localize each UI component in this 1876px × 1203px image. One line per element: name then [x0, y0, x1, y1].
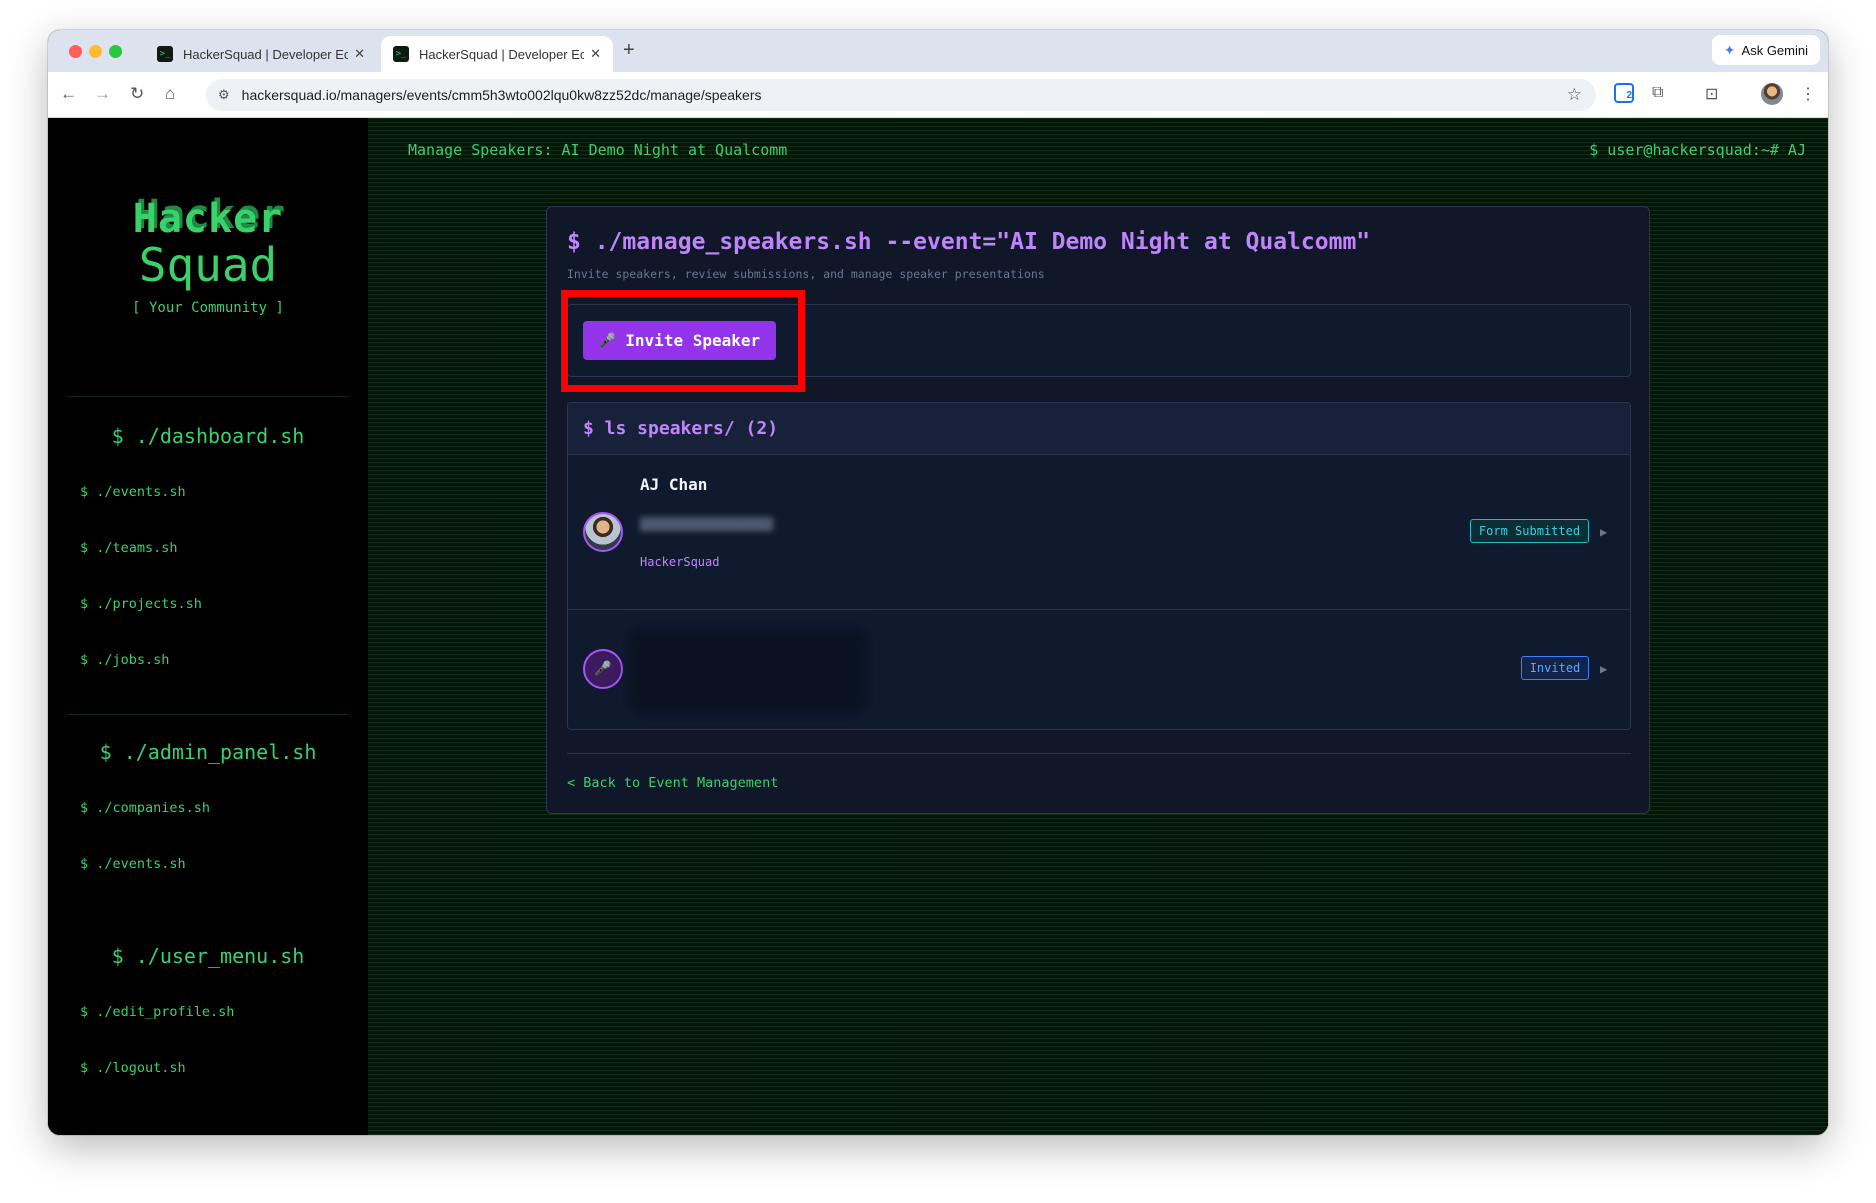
logo-tagline: [ Your Community ]	[132, 300, 284, 316]
tab-strip: >_ HackerSquad | Developer Eco ✕ >_ Hack…	[48, 30, 1828, 72]
card-subtitle: Invite speakers, review submissions, and…	[567, 267, 1045, 281]
url-text: hackersquad.io/managers/events/cmm5h3wto…	[241, 87, 762, 103]
microphone-icon: 🎤	[598, 332, 617, 349]
new-tab-button[interactable]: +	[623, 39, 635, 62]
sidebar-item-logout[interactable]: $ ./logout.sh	[80, 1060, 186, 1076]
actions-panel: 🎤 Invite Speaker	[567, 304, 1631, 377]
speaker-row[interactable]: 🎤 Invited ▶	[568, 610, 1630, 729]
browser-tab-2[interactable]: >_ HackerSquad | Developer Eco ✕	[381, 36, 613, 72]
terminal-favicon-icon: >_	[393, 46, 409, 62]
maximize-window-button[interactable]	[109, 45, 122, 58]
sidebar-section-admin-panel[interactable]: $ ./admin_panel.sh	[48, 740, 368, 764]
close-icon[interactable]: ✕	[590, 46, 601, 62]
speakers-list: $ ls speakers/ (2) AJ Chan █████████████…	[567, 402, 1631, 730]
microphone-icon: 🎤	[583, 649, 623, 689]
close-window-button[interactable]	[69, 45, 82, 58]
close-icon[interactable]: ✕	[354, 46, 365, 62]
browser-tab-1[interactable]: >_ HackerSquad | Developer Eco ✕	[145, 36, 377, 72]
invite-speaker-button[interactable]: 🎤 Invite Speaker	[583, 321, 776, 360]
sidebar-divider	[68, 714, 348, 715]
speaker-row[interactable]: AJ Chan █████████████████ HackerSquad Fo…	[568, 455, 1630, 610]
sidebar-section-dashboard[interactable]: $ ./dashboard.sh	[48, 424, 368, 448]
menu-dots-icon[interactable]: ⋮	[1800, 84, 1816, 104]
gemini-sparkle-icon: ✦	[1723, 41, 1736, 58]
speakers-list-heading: $ ls speakers/ (2)	[568, 403, 1630, 455]
main-content: Manage Speakers: AI Demo Night at Qualco…	[368, 118, 1828, 1135]
sidebar-divider	[68, 396, 348, 397]
sidebar-item-projects[interactable]: $ ./projects.sh	[80, 596, 202, 612]
speaker-name: AJ Chan	[640, 475, 708, 494]
tab-search-icon[interactable]: ⊡	[1705, 84, 1718, 104]
chevron-right-icon[interactable]: ▶	[1600, 662, 1607, 676]
browser-window: >_ HackerSquad | Developer Eco ✕ >_ Hack…	[48, 30, 1828, 1135]
sidebar-item-admin-events[interactable]: $ ./events.sh	[80, 856, 186, 872]
logo-hacker-text: Hacker	[132, 196, 284, 242]
web-page: Hacker Squad [ Your Community ] $ ./dash…	[48, 118, 1828, 1135]
sidebar-item-edit-profile[interactable]: $ ./edit_profile.sh	[80, 1004, 234, 1020]
tab-title: HackerSquad | Developer Eco	[419, 46, 585, 62]
redacted-email: █████████████████	[640, 517, 774, 532]
tab-title: HackerSquad | Developer Eco	[183, 46, 349, 62]
site-logo[interactable]: Hacker Squad [ Your Community ]	[48, 196, 368, 316]
minimize-window-button[interactable]	[89, 45, 102, 58]
invite-speaker-label: Invite Speaker	[625, 331, 761, 350]
logo-squad-text: Squad	[138, 238, 278, 292]
sidebar-item-jobs[interactable]: $ ./jobs.sh	[80, 652, 169, 668]
sidebar-item-events[interactable]: $ ./events.sh	[80, 484, 186, 500]
card-divider	[567, 753, 1631, 754]
home-icon[interactable]: ⌂	[165, 84, 175, 104]
redacted-speaker-info	[630, 628, 866, 714]
sidebar-item-teams[interactable]: $ ./teams.sh	[80, 540, 178, 556]
profile-avatar[interactable]	[1761, 83, 1783, 105]
site-settings-icon[interactable]: ⚙	[218, 87, 230, 103]
back-to-event-management-link[interactable]: < Back to Event Management	[567, 775, 778, 791]
forward-arrow-icon[interactable]: →	[94, 84, 111, 104]
reload-icon[interactable]: ↻	[130, 84, 144, 104]
browser-toolbar: ← → ↻ ⌂ ⚙ hackersquad.io/managers/events…	[48, 72, 1828, 118]
status-badge: Form Submitted	[1470, 519, 1589, 543]
extension-badge-icon[interactable]: 2	[1614, 83, 1634, 103]
extensions-icon[interactable]: ⧉	[1652, 84, 1663, 102]
ask-gemini-label: Ask Gemini	[1741, 42, 1808, 58]
user-prompt[interactable]: $ user@hackersquad:~# AJ	[1589, 141, 1806, 159]
manage-speakers-card: $ ./manage_speakers.sh --event="AI Demo …	[546, 206, 1650, 814]
status-badge: Invited	[1521, 656, 1589, 680]
sidebar-item-companies[interactable]: $ ./companies.sh	[80, 800, 210, 816]
back-arrow-icon[interactable]: ←	[60, 84, 77, 104]
chevron-right-icon[interactable]: ▶	[1600, 525, 1607, 539]
terminal-favicon-icon: >_	[157, 46, 173, 62]
sidebar-section-user-menu[interactable]: $ ./user_menu.sh	[48, 944, 368, 968]
bookmark-star-icon[interactable]: ☆	[1567, 85, 1582, 105]
ask-gemini-button[interactable]: ✦ Ask Gemini	[1711, 35, 1820, 65]
page-title: Manage Speakers: AI Demo Night at Qualco…	[408, 141, 788, 159]
card-title: $ ./manage_speakers.sh --event="AI Demo …	[567, 229, 1371, 255]
speaker-company: HackerSquad	[640, 555, 720, 569]
address-bar[interactable]: ⚙ hackersquad.io/managers/events/cmm5h3w…	[206, 79, 1596, 111]
sidebar: Hacker Squad [ Your Community ] $ ./dash…	[48, 118, 368, 1135]
speaker-avatar	[583, 512, 623, 552]
